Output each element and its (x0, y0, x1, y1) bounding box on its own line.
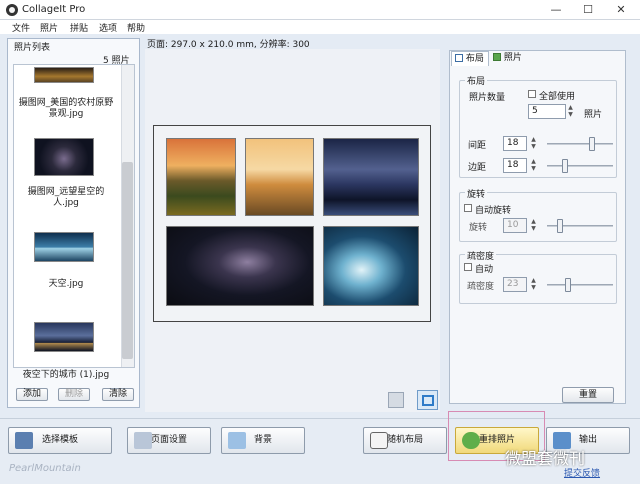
add-photo-button[interactable]: 添加 (16, 388, 48, 401)
menu-file[interactable]: 文件 (12, 21, 30, 34)
density-label: 疏密度 (467, 282, 495, 292)
menu-collage[interactable]: 拼贴 (70, 21, 88, 34)
margin-slider-handle[interactable] (562, 159, 568, 173)
background-icon (228, 432, 246, 449)
reset-button[interactable]: 重置 (562, 387, 614, 403)
random-layout-button[interactable]: 随机布局 (363, 427, 447, 454)
photo-caption: 摄图网_远望星空的人.jpg (27, 187, 105, 208)
photo-count-label: 照片数量 (469, 93, 506, 103)
watermark-text: 微盟套微刊 (505, 449, 586, 468)
spacing-slider-track[interactable] (547, 143, 613, 145)
menu-options[interactable]: 选项 (99, 21, 117, 34)
expand-icon (422, 395, 434, 406)
minimize-button[interactable]: — (541, 0, 571, 20)
photo-thumb-stars[interactable] (34, 138, 94, 176)
layout-group-title: 布局 (465, 74, 488, 87)
brand-logo: PearlMountain (9, 463, 81, 474)
fullscreen-icon[interactable] (417, 390, 438, 410)
scrollbar-thumb[interactable] (122, 162, 133, 359)
photo-list-header: 照片列表 (14, 43, 51, 53)
clear-photos-button[interactable]: 清除 (102, 388, 134, 401)
output-label: 输出 (578, 435, 597, 445)
page-setup-icon (134, 432, 152, 449)
margin-slider-track[interactable] (547, 165, 613, 167)
density-stepper[interactable]: ▲ ▼ (529, 277, 538, 292)
collage-photo-farm[interactable] (166, 138, 236, 216)
photo-list[interactable]: 摄图网_美国的农村原野景观.jpg 摄图网_远望星空的人.jpg 天空.jpg … (13, 64, 135, 380)
use-all-label: 全部使用 (539, 92, 576, 102)
density-slider-handle[interactable] (565, 278, 571, 292)
background-button[interactable]: 背景 (221, 427, 305, 454)
layout-icon (455, 54, 463, 62)
tab-photo[interactable]: 照片 (490, 51, 528, 66)
spacing-field[interactable]: 18 (503, 136, 527, 151)
photo-unit-label: 照片 (584, 110, 603, 120)
auto-density-label: 自动 (475, 265, 494, 275)
close-button[interactable]: ✕ (606, 0, 636, 20)
rotate-stepper[interactable]: ▲ ▼ (529, 218, 538, 233)
menu-photo[interactable]: 照片 (40, 21, 58, 34)
margin-label: 边距 (468, 163, 487, 173)
background-label: 背景 (253, 435, 272, 445)
photo-thumb-farm[interactable] (34, 67, 94, 83)
collage-photo-stars[interactable] (166, 226, 314, 306)
window-title: CollageIt Pro (22, 4, 86, 15)
choose-template-label: 选择模板 (41, 435, 78, 445)
rotate-field[interactable]: 10 (503, 218, 527, 233)
tab-layout[interactable]: 布局 (451, 51, 489, 66)
page-setup-label: 页面设置 (150, 435, 187, 445)
tab-photo-label: 照片 (503, 53, 522, 63)
auto-rotate-label: 自动旋转 (475, 206, 512, 216)
title-bar: CollageIt Pro — ☐ ✕ (0, 0, 640, 20)
collage-photo-city[interactable] (323, 138, 419, 216)
choose-template-button[interactable]: 选择模板 (8, 427, 112, 454)
photo-caption: 天空.jpg (48, 279, 84, 289)
margin-stepper[interactable]: ▲ ▼ (529, 158, 538, 173)
remove-photo-button[interactable]: 删除 (58, 388, 90, 401)
photo-count-stepper[interactable]: ▲ ▼ (566, 104, 575, 119)
photo-caption: 摄图网_美国的农村原野景观.jpg (18, 98, 114, 119)
rotate-label: 旋转 (469, 223, 488, 233)
collage-canvas[interactable] (153, 125, 431, 322)
app-window: CollageIt Pro — ☐ ✕ 文件 照片 拼贴 选项 帮助 照片列表 … (0, 0, 640, 484)
rearrange-photos-label: 重排照片 (478, 435, 515, 445)
fit-view-icon[interactable] (388, 392, 404, 408)
template-icon (15, 432, 33, 449)
spacing-slider-handle[interactable] (589, 137, 595, 151)
density-group-title: 疏密度 (465, 249, 497, 262)
photo-thumb-city[interactable] (34, 322, 94, 352)
app-logo-icon (6, 4, 18, 16)
use-all-checkbox[interactable] (528, 90, 536, 98)
maximize-button[interactable]: ☐ (573, 0, 603, 20)
auto-rotate-checkbox[interactable] (464, 204, 472, 212)
photo-thumb-sky[interactable] (34, 232, 94, 262)
collage-photo-sunset[interactable] (245, 138, 314, 216)
rotate-slider-handle[interactable] (557, 219, 563, 233)
spacing-stepper[interactable]: ▲ ▼ (529, 136, 538, 151)
photo-caption: 夜空下的城市 (1).jpg (22, 370, 110, 380)
auto-density-checkbox[interactable] (464, 263, 472, 271)
photo-icon (493, 53, 501, 61)
menu-bar: 文件 照片 拼贴 选项 帮助 (0, 20, 640, 34)
menu-help[interactable]: 帮助 (127, 21, 145, 34)
refresh-icon (462, 432, 480, 449)
spacing-label: 间距 (468, 141, 487, 151)
density-field[interactable]: 23 (503, 277, 527, 292)
density-slider-track[interactable] (547, 284, 613, 286)
photo-count-field[interactable]: 5 (528, 104, 566, 119)
rotation-group-title: 旋转 (465, 187, 488, 200)
dice-icon (370, 432, 388, 449)
page-setup-button[interactable]: 页面设置 (127, 427, 211, 454)
random-layout-label: 随机布局 (386, 435, 423, 445)
tab-layout-label: 布局 (465, 54, 484, 64)
collage-photo-sky[interactable] (323, 226, 419, 306)
margin-field[interactable]: 18 (503, 158, 527, 173)
